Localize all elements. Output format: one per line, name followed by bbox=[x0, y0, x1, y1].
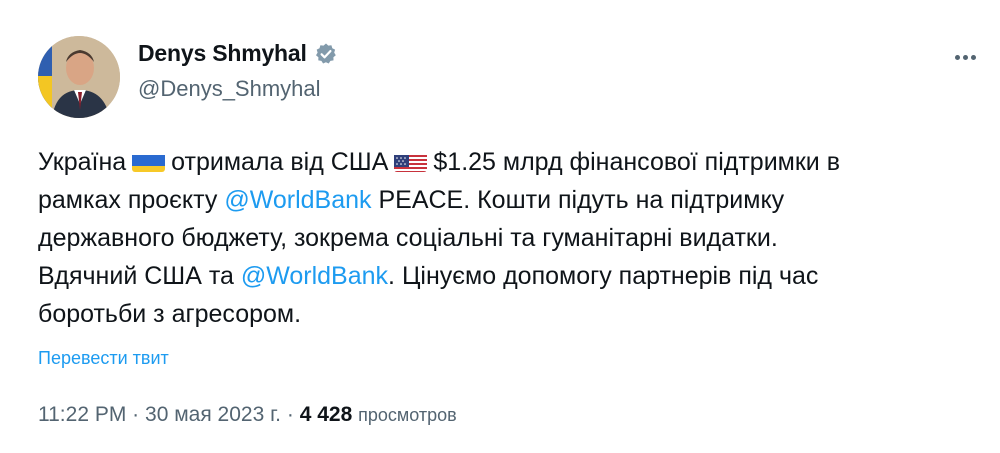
tweet-line-2: рамках проєкту @WorldBank PEACE. Кошти п… bbox=[38, 181, 958, 219]
mention-link-worldbank[interactable]: @WorldBank bbox=[241, 262, 388, 290]
tweet-text-segment: PEACE. Кошти підуть на підтримку bbox=[371, 186, 785, 214]
tweet-line-1: Україна отримала від США $1.25 млрд фінан… bbox=[38, 143, 958, 181]
avatar[interactable] bbox=[38, 36, 120, 118]
tweet-time[interactable]: 11:22 PM bbox=[38, 403, 126, 426]
tweet-line-4: Вдячний США та @WorldBank. Цінуємо допом… bbox=[38, 257, 958, 295]
views-label: просмотров bbox=[358, 405, 457, 425]
flag-ukraine-icon bbox=[132, 150, 166, 172]
tweet-text-segment: Вдячний США та bbox=[38, 262, 241, 290]
more-options-icon[interactable] bbox=[950, 44, 980, 70]
tweet-card: Denys Shmyhal @Denys_Shmyhal Україна отри… bbox=[0, 0, 1000, 453]
tweet-line-5: боротьби з агресором. bbox=[38, 300, 302, 328]
tweet-date[interactable]: 30 мая 2023 г. bbox=[145, 403, 281, 426]
tweet-text: Україна отримала від США $1.25 млрд фінан… bbox=[38, 143, 958, 333]
views-count: 4 428 bbox=[299, 403, 353, 426]
tweet-text-segment: рамках проєкту bbox=[38, 186, 225, 214]
author-handle[interactable]: @Denys_Shmyhal bbox=[138, 76, 321, 102]
author-name-row: Denys Shmyhal bbox=[138, 40, 338, 67]
author-name[interactable]: Denys Shmyhal bbox=[138, 40, 307, 67]
flag-usa-icon bbox=[394, 150, 428, 172]
tweet-text-segment: Україна bbox=[38, 148, 127, 176]
tweet-text-segment: отримала від США bbox=[171, 148, 389, 176]
translate-link[interactable]: Перевести твит bbox=[38, 348, 169, 369]
verified-badge-icon bbox=[314, 42, 338, 66]
meta-separator: · bbox=[132, 403, 140, 426]
tweet-text-segment: $1.25 млрд фінансової підтримки в bbox=[433, 148, 840, 176]
tweet-meta: 11:22 PM · 30 мая 2023 г. · 4 428 просмо… bbox=[38, 403, 457, 427]
mention-link-worldbank[interactable]: @WorldBank bbox=[224, 186, 371, 214]
meta-separator: · bbox=[286, 403, 294, 426]
tweet-text-segment: . Цінуємо допомогу партнерів під час bbox=[388, 262, 819, 290]
tweet-line-3: державного бюджету, зокрема соціальні та… bbox=[38, 224, 778, 252]
